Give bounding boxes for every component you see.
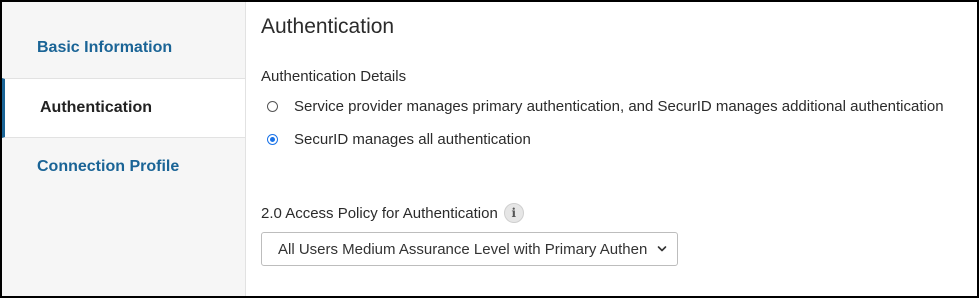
chevron-down-icon	[657, 246, 667, 252]
access-policy-label: 2.0 Access Policy for Authentication i	[261, 203, 524, 223]
sidebar-item-authentication[interactable]: Authentication	[2, 78, 245, 138]
sidebar-item-label: Connection Profile	[37, 158, 180, 175]
radio-label: SecurID manages all authentication	[294, 131, 531, 148]
access-policy-label-text: 2.0 Access Policy for Authentication	[261, 204, 498, 222]
app-frame: Basic Information Authentication Connect…	[0, 0, 979, 298]
page-title: Authentication	[261, 15, 395, 38]
info-icon[interactable]: i	[503, 203, 524, 223]
sidebar-item-basic-information[interactable]: Basic Information	[2, 19, 245, 77]
sidebar-item-label: Authentication	[40, 99, 152, 116]
access-policy-select-value: All Users Medium Assurance Level with Pr…	[278, 240, 647, 258]
sidebar-item-label: Basic Information	[37, 39, 173, 56]
authentication-details-label: Authentication Details	[261, 68, 407, 85]
sidebar: Basic Information Authentication Connect…	[2, 2, 246, 296]
radio-button[interactable]	[267, 101, 278, 112]
radio-option-sp-primary[interactable]: Service provider manages primary authent…	[267, 98, 944, 115]
radio-option-securid-all[interactable]: SecurID manages all authentication	[267, 131, 531, 148]
radio-button-selected[interactable]	[267, 134, 278, 145]
radio-label: Service provider manages primary authent…	[294, 98, 944, 115]
sidebar-item-connection-profile[interactable]: Connection Profile	[2, 138, 245, 196]
main-content: Authentication Authentication Details Se…	[261, 2, 977, 296]
access-policy-select[interactable]: All Users Medium Assurance Level with Pr…	[261, 232, 678, 266]
